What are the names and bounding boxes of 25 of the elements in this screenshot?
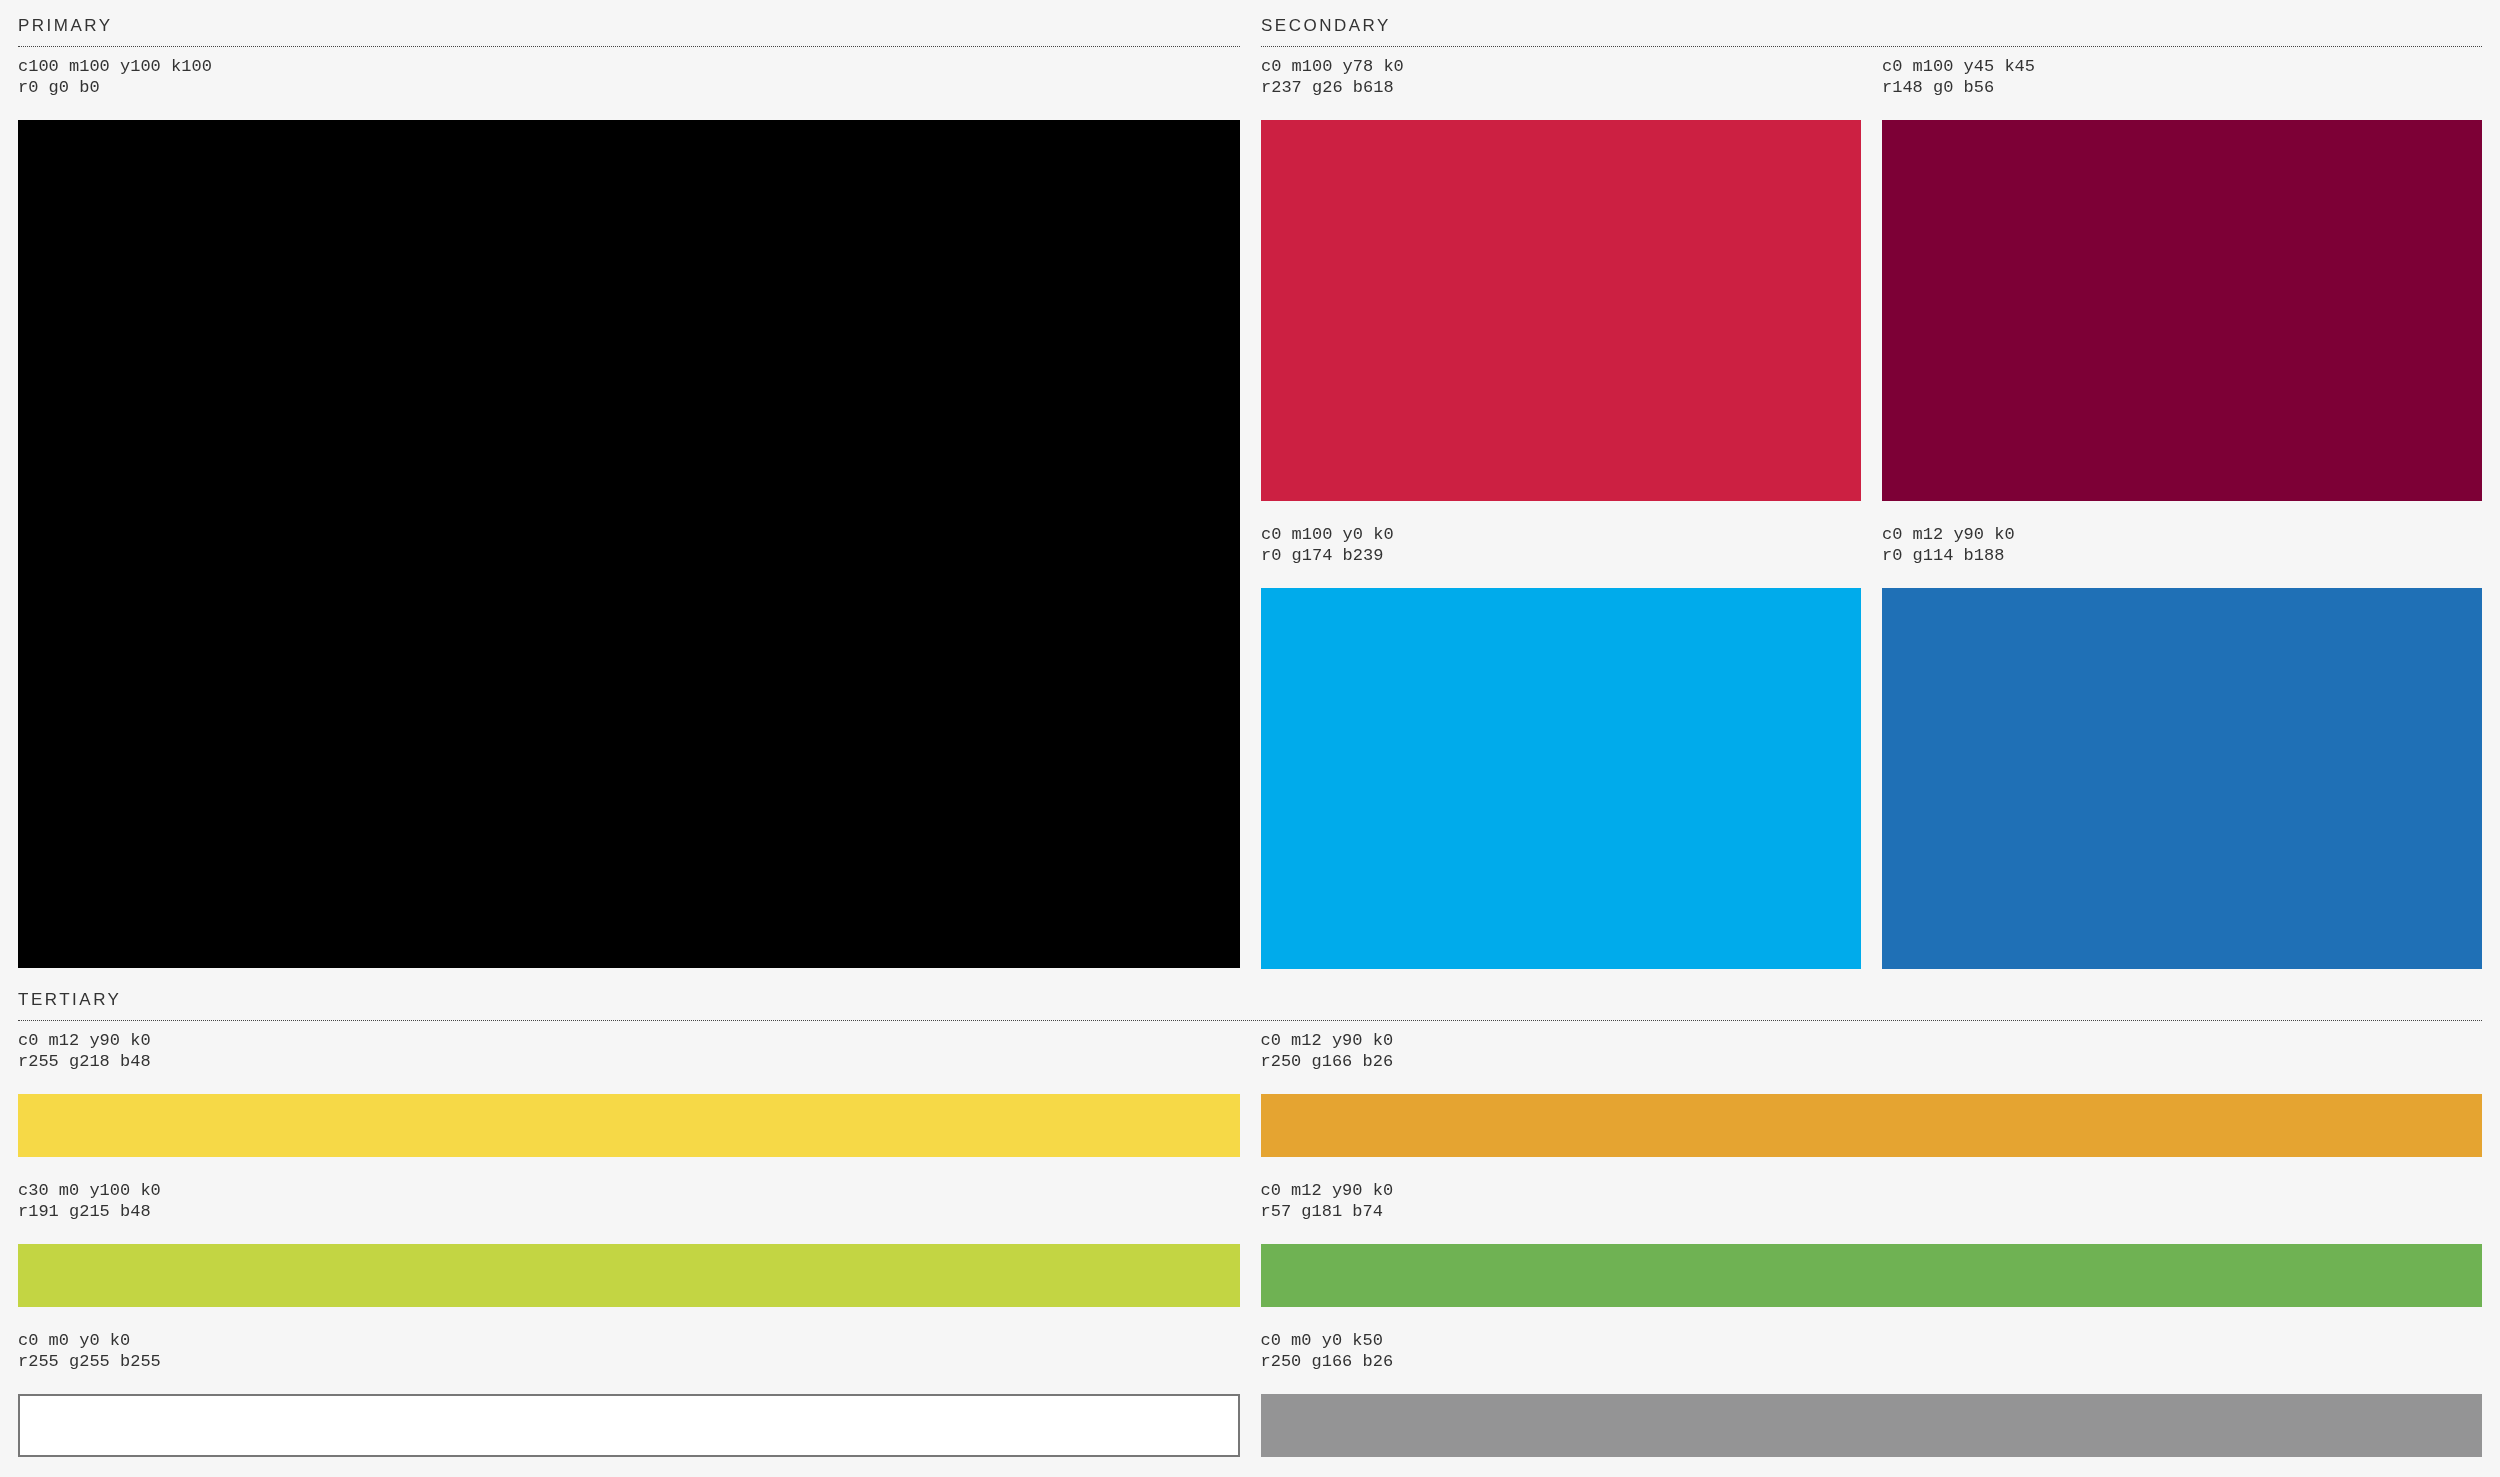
- rgb-value: r0 g174 b239: [1261, 545, 1385, 566]
- cmyk-value: c30 m0 y100 k0: [18, 1180, 162, 1201]
- section-heading: PRIMARY: [18, 16, 1240, 47]
- rgb-value: r0 g114 b188: [1882, 545, 2006, 566]
- cmyk-value: c0 m12 y90 k0: [1260, 1030, 1395, 1051]
- cmyk-value: c0 m100 y0 k0: [1261, 524, 1395, 545]
- rgb-value: r57 g181 b74: [1260, 1201, 1384, 1222]
- rgb-value: r255 g255 b255: [18, 1351, 162, 1372]
- cmyk-value: c0 m12 y90 k0: [1882, 524, 2016, 545]
- rgb-value: r255 g218 b48: [18, 1051, 152, 1072]
- cmyk-value: c0 m100 y45 k45: [1882, 56, 2037, 77]
- section-heading: TERTIARY: [18, 990, 2482, 1021]
- rgb-value: r250 g166 b26: [1260, 1351, 1395, 1372]
- cmyk-value: c0 m0 y0 k50: [1260, 1330, 1384, 1351]
- cmyk-value: c0 m12 y90 k0: [18, 1030, 152, 1051]
- rgb-value: r250 g166 b26: [1260, 1051, 1395, 1072]
- cmyk-value: c100 m100 y100 k100: [18, 56, 213, 77]
- rgb-value: r237 g26 b618: [1261, 77, 1395, 98]
- rgb-value: r191 g215 b48: [18, 1201, 152, 1222]
- cmyk-value: c0 m12 y90 k0: [1260, 1180, 1395, 1201]
- rgb-value: r148 g0 b56: [1882, 77, 1996, 98]
- rgb-value: r0 g0 b0: [18, 77, 101, 98]
- cmyk-value: c0 m0 y0 k0: [18, 1330, 132, 1351]
- cmyk-value: c0 m100 y78 k0: [1261, 56, 1405, 77]
- section-heading: SECONDARY: [1261, 16, 2482, 47]
